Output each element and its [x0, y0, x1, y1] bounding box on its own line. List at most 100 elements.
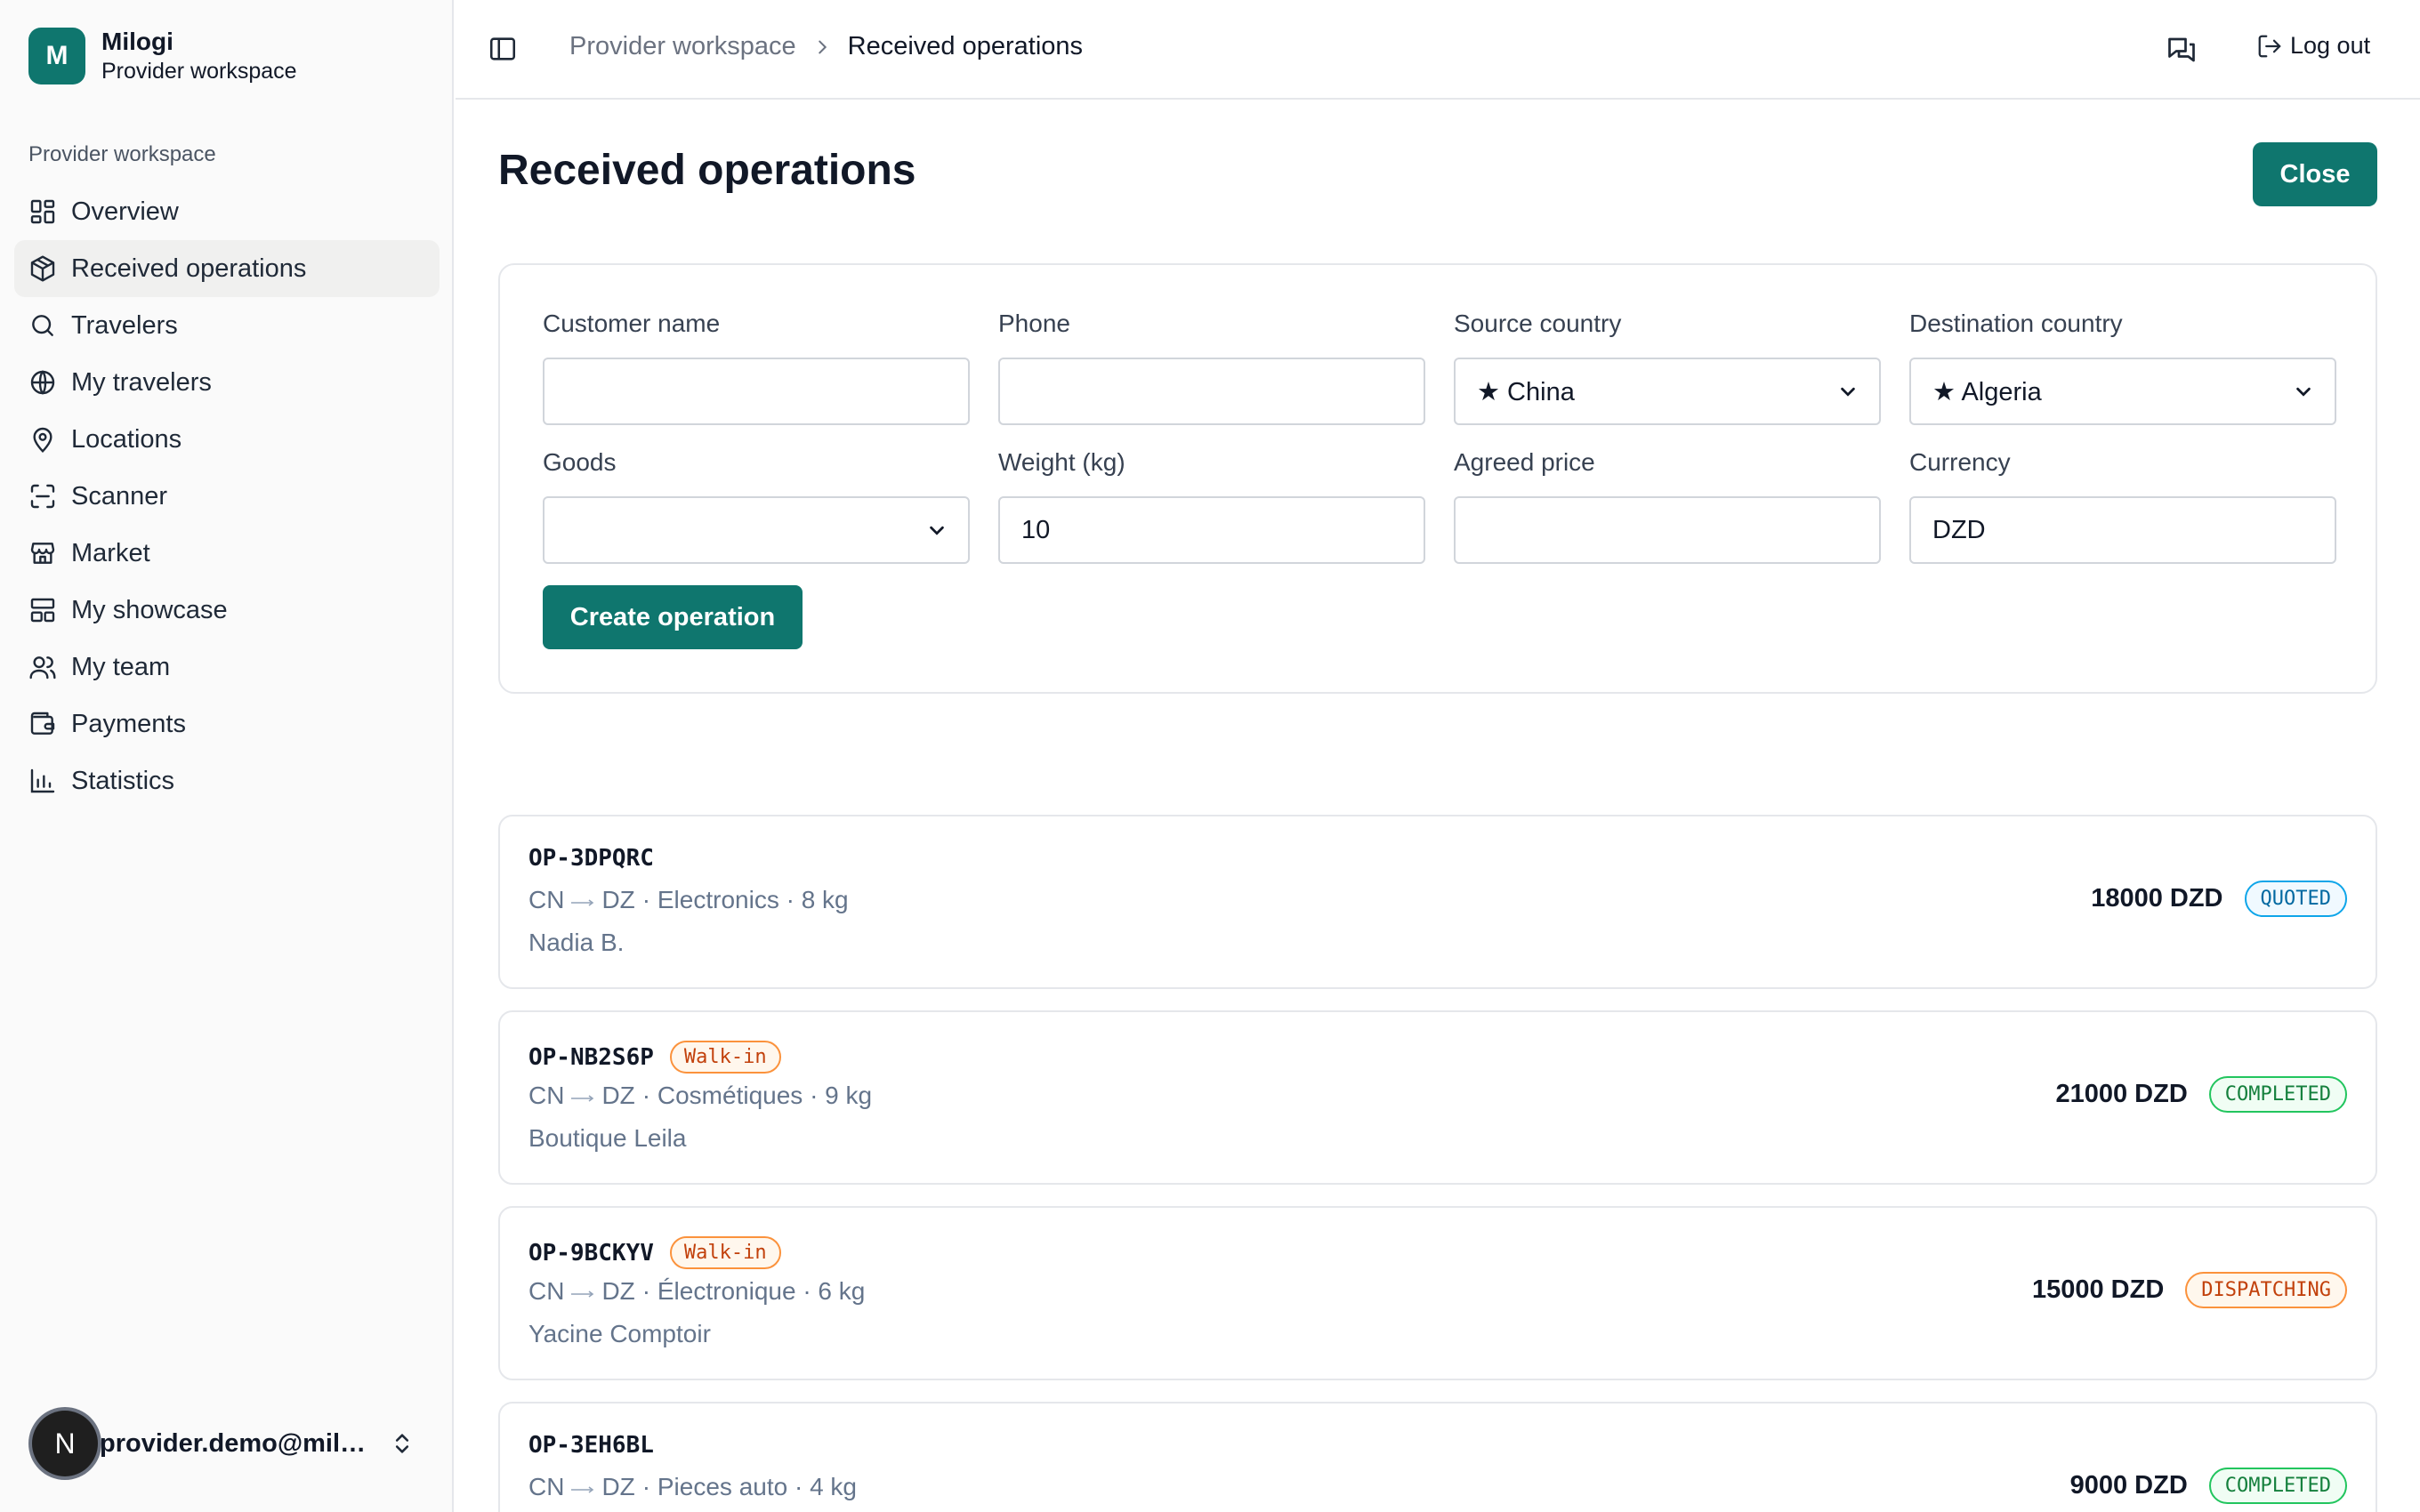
brand-logo: M	[28, 28, 85, 84]
operation-price: 15000 DZD	[2031, 1275, 2165, 1304]
sidebar-item-label: My team	[71, 652, 171, 681]
sidebar-item-scanner[interactable]: Scanner	[14, 468, 440, 525]
field-label: Currency	[1909, 448, 2011, 476]
sidebar-item-label: My showcase	[71, 595, 228, 624]
create-operation-button[interactable]: Create operation	[543, 585, 803, 649]
goods-select[interactable]	[543, 496, 970, 564]
arrow-right-icon	[571, 1486, 594, 1493]
source-country-select[interactable]: ★ China	[1454, 358, 1881, 425]
sidebar-item-market[interactable]: Market	[14, 525, 440, 582]
sidebar-toggle-icon[interactable]	[488, 34, 518, 64]
sidebar-item-my-team[interactable]: My team	[14, 639, 440, 696]
currency-input[interactable]: DZD	[1909, 496, 2336, 564]
status-badge: COMPLETED	[2208, 1076, 2347, 1113]
search-icon	[32, 315, 53, 336]
sidebar-item-label: Payments	[71, 709, 186, 738]
brand[interactable]: M Milogi Provider workspace	[28, 27, 297, 85]
dashboard-icon	[30, 199, 55, 224]
route-from: CN	[528, 886, 565, 913]
close-button[interactable]: Close	[2253, 142, 2377, 206]
operation-route: CN DZ · Électronique · 6 kg	[528, 1277, 865, 1306]
operation-card[interactable]: OP-9BCKYV Walk-in CN DZ · Électronique ·…	[498, 1206, 2377, 1380]
logout-button[interactable]: Log out	[2256, 32, 2370, 60]
weight-field: Weight (kg) 10	[998, 448, 1425, 564]
status-badge: COMPLETED	[2208, 1468, 2347, 1504]
field-label: Phone	[998, 310, 1070, 337]
destination-country-select[interactable]: ★ Algeria	[1909, 358, 2336, 425]
sidebar-item-label: Scanner	[71, 481, 168, 511]
globe-icon	[30, 370, 55, 395]
sidebar-item-label: Market	[71, 538, 150, 567]
sidebar-item-label: Locations	[71, 424, 182, 454]
route-to: DZ	[601, 1277, 635, 1305]
breadcrumb-current: Received operations	[847, 32, 1084, 60]
sidebar-item-travelers[interactable]: Travelers	[14, 297, 440, 354]
logout-label: Log out	[2290, 32, 2371, 59]
arrow-right-icon	[571, 1291, 594, 1298]
sidebar-item-my-travelers[interactable]: My travelers	[14, 354, 440, 411]
sidebar-nav: Overview Received operations Travelers M…	[14, 183, 440, 809]
arrow-right-icon	[571, 1095, 594, 1102]
sidebar-group-label: Provider workspace	[28, 142, 216, 166]
operation-route: CN DZ · Pieces auto · 4 kg	[528, 1473, 857, 1501]
map-pin-icon	[33, 427, 52, 454]
users-icon	[29, 656, 56, 680]
field-label: Weight (kg)	[998, 448, 1125, 476]
operation-details: · Cosmétiques · 9 kg	[641, 1082, 873, 1109]
chevron-down-icon	[1841, 387, 1855, 397]
sidebar-item-label: Overview	[71, 197, 179, 226]
brand-subtitle: Provider workspace	[101, 59, 297, 84]
operation-customer: Boutique Leila	[528, 1124, 687, 1152]
sidebar-item-received-operations[interactable]: Received operations	[14, 240, 440, 297]
operation-card[interactable]: OP-NB2S6P Walk-in CN DZ · Cosmétiques · …	[498, 1010, 2377, 1185]
user-menu[interactable]: N provider.demo@milogi.app	[32, 1411, 424, 1476]
operation-id: OP-NB2S6P	[528, 1043, 654, 1071]
destination-country-field: Destination country ★ Algeria	[1909, 310, 2336, 425]
breadcrumb-parent[interactable]: Provider workspace	[569, 32, 796, 61]
topbar: Provider workspace Received operations L…	[456, 0, 2420, 100]
operation-customer: Yacine Comptoir	[528, 1320, 711, 1347]
sidebar-item-payments[interactable]: Payments	[14, 696, 440, 752]
operation-details: · Électronique · 6 kg	[641, 1277, 866, 1305]
sidebar-item-label: My travelers	[71, 367, 212, 397]
customer-name-input[interactable]	[543, 358, 970, 425]
operation-card[interactable]: OP-3EH6BL CN DZ · Pieces auto · 4 kg 900…	[498, 1402, 2377, 1512]
weight-input[interactable]: 10	[998, 496, 1425, 564]
status-badge: QUOTED	[2244, 881, 2347, 917]
operation-card[interactable]: OP-3DPQRC CN DZ · Electronics · 8 kg Nad…	[498, 815, 2377, 989]
field-label: Source country	[1454, 310, 1622, 337]
sidebar: M Milogi Provider workspace Provider wor…	[0, 0, 454, 1512]
operation-id: OP-3EH6BL	[528, 1432, 654, 1459]
operation-summary: 18000 DZD QUOTED	[2091, 881, 2347, 917]
sidebar-item-my-showcase[interactable]: My showcase	[14, 582, 440, 639]
scan-icon	[30, 484, 55, 509]
field-label: Destination country	[1909, 310, 2123, 337]
operation-id-row: OP-NB2S6P Walk-in	[528, 1041, 781, 1074]
phone-field: Phone	[998, 310, 1425, 425]
walk-in-badge: Walk-in	[669, 1236, 781, 1269]
route-from: CN	[528, 1277, 565, 1305]
operation-summary: 9000 DZD COMPLETED	[2070, 1468, 2347, 1504]
customer-name-field: Customer name	[543, 310, 970, 425]
breadcrumb: Provider workspace Received operations	[569, 32, 1083, 61]
status-badge: DISPATCHING	[2185, 1272, 2347, 1308]
operation-details: · Pieces auto · 4 kg	[641, 1473, 858, 1500]
sidebar-item-statistics[interactable]: Statistics	[14, 752, 440, 809]
chevrons-up-down-icon	[395, 1434, 409, 1453]
operation-price: 18000 DZD	[2091, 884, 2223, 913]
phone-input[interactable]	[998, 358, 1425, 425]
sidebar-item-overview[interactable]: Overview	[14, 183, 440, 240]
operation-id-row: OP-3DPQRC	[528, 845, 654, 872]
page-title: Received operations	[498, 147, 916, 194]
messages-icon[interactable]	[2166, 34, 2198, 66]
operation-customer: Nadia B.	[528, 929, 625, 956]
agreed-price-field: Agreed price	[1454, 448, 1881, 564]
agreed-price-input[interactable]	[1454, 496, 1881, 564]
source-country-value: ★ China	[1477, 377, 1575, 406]
goods-field: Goods	[543, 448, 970, 564]
operation-id: OP-3DPQRC	[528, 845, 654, 872]
operation-details: · Electronics · 8 kg	[641, 886, 849, 913]
user-email: provider.demo@milogi.app	[100, 1428, 375, 1458]
sidebar-item-locations[interactable]: Locations	[14, 411, 440, 468]
operation-price: 9000 DZD	[2069, 1471, 2188, 1500]
